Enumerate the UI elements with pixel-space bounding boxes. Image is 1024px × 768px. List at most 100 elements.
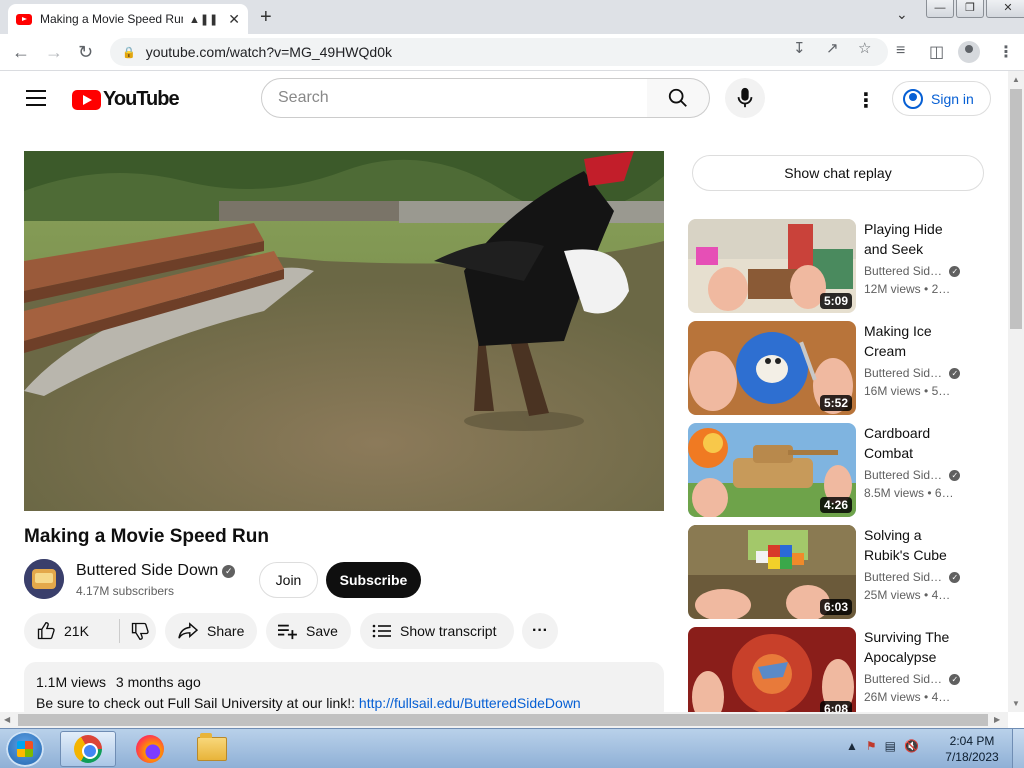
volume-muted-icon[interactable]: 🔇 [904,739,919,753]
search-button[interactable] [647,78,710,118]
transcript-label: Show transcript [400,623,497,639]
recommended-channel[interactable]: Buttered Sid… ✓ [864,570,961,584]
horizontal-scroll-thumb[interactable] [18,714,988,726]
show-desktop-button[interactable] [1012,729,1024,768]
scroll-down-icon[interactable]: ▼ [1012,699,1020,708]
start-button-icon[interactable] [6,731,44,767]
channel-name-row[interactable]: Buttered Side Down ✓ [76,562,236,580]
restore-icon[interactable]: ❐ [956,0,984,18]
more-actions-icon[interactable]: ··· [522,613,558,649]
chrome-icon [74,735,102,763]
verified-check-icon: ✓ [949,572,961,583]
tray-expand-icon[interactable]: ▲ [846,739,858,753]
guide-menu-icon[interactable] [26,90,46,106]
share-page-icon[interactable]: ↗ [826,39,839,57]
profile-avatar-icon[interactable] [958,41,980,63]
recommended-views: 16M views [864,384,921,398]
install-icon[interactable]: ↧ [793,39,806,57]
recommended-video[interactable]: 6:03 Solving a Rubik's Cube Buttered Sid… [688,525,988,619]
thumbs-up-icon [37,621,55,640]
video-frame [24,151,664,511]
vertical-scrollbar[interactable]: ▲ ▼ [1008,71,1024,712]
vertical-scroll-thumb[interactable] [1010,89,1022,329]
scroll-up-icon[interactable]: ▲ [1012,75,1020,84]
taskbar-explorer[interactable] [184,731,240,767]
description-link[interactable]: http://fullsail.edu/ButteredSideDown [359,695,581,711]
subscribe-button[interactable]: Subscribe [326,562,421,598]
recommended-video[interactable]: 4:26 Cardboard Combat Buttered Sid… ✓ 8.… [688,423,988,517]
recommended-channel[interactable]: Buttered Sid… ✓ [864,366,961,380]
recommended-title[interactable]: Making Ice Cream [864,321,968,361]
join-button[interactable]: Join [259,562,318,598]
recommended-video[interactable]: 5:52 Making Ice Cream Buttered Sid… ✓ 16… [688,321,988,415]
channel-name[interactable]: Buttered Side Down [76,562,218,579]
reading-list-icon[interactable]: ≡ [896,42,905,60]
url-text[interactable]: youtube.com/watch?v=MG_49HWQd0k [146,44,392,60]
channel-avatar[interactable] [24,559,64,599]
tab-audio-icon[interactable]: ▲❚❚ [189,13,218,26]
recommended-channel[interactable]: Buttered Sid… ✓ [864,468,961,482]
thumbnail-image [688,627,856,712]
minimize-icon[interactable]: — [926,0,954,18]
video-thumbnail[interactable]: 6:08 [688,627,856,712]
recommended-title[interactable]: Playing Hide and Seek [864,219,968,259]
back-arrow-icon[interactable]: ← [12,42,30,63]
upload-age: 3 months ago [115,674,201,690]
dislike-button[interactable] [120,621,150,641]
sign-in-button[interactable]: Sign in [892,81,991,116]
video-duration: 5:09 [819,293,852,309]
tab-close-icon[interactable]: ✕ [228,11,240,28]
video-duration: 5:52 [819,395,852,411]
video-thumbnail[interactable]: 5:52 [688,321,856,415]
search-icon [668,88,687,107]
network-icon[interactable]: ▤ [885,739,896,753]
taskbar-firefox[interactable] [122,731,178,767]
video-thumbnail[interactable]: 6:03 [688,525,856,619]
scroll-left-icon[interactable]: ◀ [4,715,10,724]
show-chat-replay-button[interactable]: Show chat replay [692,155,984,191]
taskbar-clock[interactable]: 2:04 PM 7/18/2023 [940,733,1004,765]
recommended-age: • 2… [924,282,951,296]
voice-search-button[interactable] [725,78,765,118]
browser-tab[interactable]: Making a Movie Speed Run ▲❚❚ ✕ [8,4,248,34]
recommended-channel-name: Buttered Sid… [864,264,943,278]
recommended-video[interactable]: 6:08 Surviving The Apocalypse Buttered S… [688,627,988,712]
video-thumbnail[interactable]: 4:26 [688,423,856,517]
share-label: Share [207,623,245,639]
forward-arrow-icon[interactable]: → [45,42,63,63]
recommended-video[interactable]: 5:09 Playing Hide and Seek Buttered Sid…… [688,219,988,313]
scroll-right-icon[interactable]: ▶ [994,715,1000,724]
side-panel-icon[interactable]: ◫ [929,42,944,62]
taskbar-chrome[interactable] [60,731,116,767]
share-button[interactable]: Share [165,613,257,649]
like-button[interactable]: 21K [24,619,120,643]
bookmark-star-icon[interactable]: ☆ [858,39,871,57]
show-transcript-button[interactable]: Show transcript [360,613,514,649]
video-player[interactable] [24,151,664,511]
recommended-age: • 4… [924,588,951,602]
reload-icon[interactable]: ↻ [78,42,93,63]
recommended-views: 25M views [864,588,921,602]
browser-menu-icon[interactable]: ⋮ [998,42,1014,62]
description-meta: 1.1M views 3 months ago [36,674,652,690]
tab-search-chevron-icon[interactable]: ⌄ [896,6,908,23]
tab-title: Making a Movie Speed Run [40,12,183,26]
new-tab-icon[interactable]: + [260,6,272,29]
recommended-channel[interactable]: Buttered Sid… ✓ [864,672,961,686]
recommended-title[interactable]: Cardboard Combat [864,423,968,463]
action-center-flag-icon[interactable]: ⚑ [866,739,877,753]
recommended-title[interactable]: Surviving The Apocalypse [864,627,968,667]
playlist-add-icon [278,624,297,640]
youtube-logo[interactable]: YouTube [72,88,180,111]
address-bar[interactable]: 🔒 youtube.com/watch?v=MG_49HWQd0k [110,38,888,66]
lock-icon[interactable]: 🔒 [122,46,136,59]
window-close-icon[interactable]: ✕ [986,0,1024,18]
search-input[interactable]: Search [261,78,648,118]
recommended-channel[interactable]: Buttered Sid… ✓ [864,264,961,278]
settings-kebab-icon[interactable]: ⋮ [856,88,876,113]
folder-icon [197,733,227,761]
save-button[interactable]: Save [266,613,351,649]
horizontal-scrollbar[interactable]: ◀ ▶ [0,712,1008,728]
video-thumbnail[interactable]: 5:09 [688,219,856,313]
recommended-title[interactable]: Solving a Rubik's Cube [864,525,968,565]
